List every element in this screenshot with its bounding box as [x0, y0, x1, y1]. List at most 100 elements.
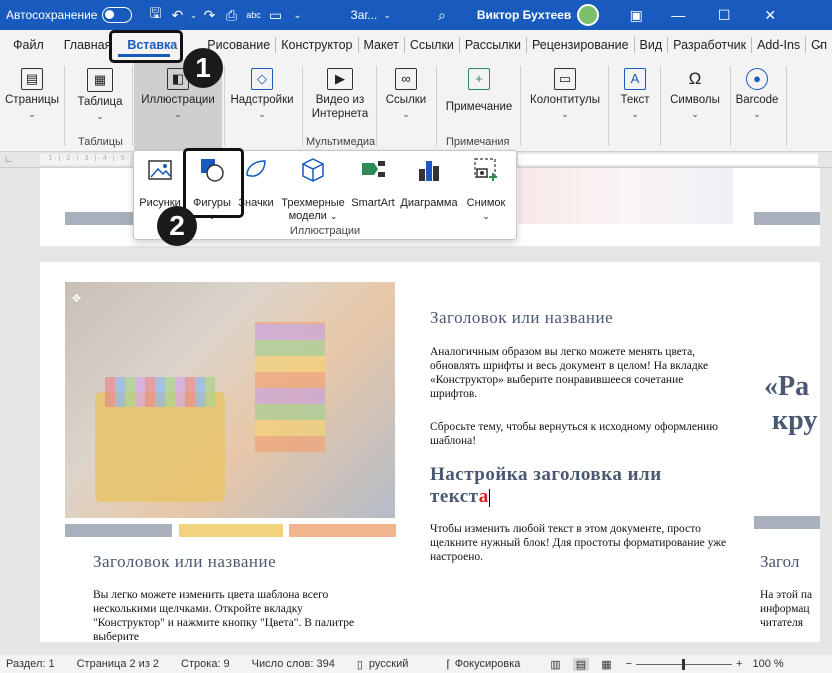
smartart-button[interactable]: SmartArt — [348, 157, 398, 210]
print-layout-icon[interactable]: ▤ — [572, 657, 590, 671]
paragraph-3[interactable]: Чтобы изменить любой текст в этом докуме… — [430, 522, 730, 564]
addins-button[interactable]: ◇ Надстройки ⌄ — [228, 68, 296, 121]
web-layout-icon[interactable]: ▦ — [601, 658, 611, 671]
status-section[interactable]: Раздел: 1 — [6, 658, 55, 670]
zoom-out-button[interactable]: − — [626, 658, 632, 670]
color-bar-gray — [754, 516, 820, 529]
zoom-level[interactable]: 100 % — [752, 658, 783, 670]
group-divider — [376, 66, 377, 146]
minimize-button[interactable]: — — [655, 0, 701, 30]
online-video-button[interactable]: ▶ Видео из Интернета — [306, 68, 374, 121]
redo-icon[interactable]: ↷ — [198, 7, 220, 24]
tab-references[interactable]: Ссылки — [405, 30, 459, 60]
barcode-button[interactable]: ● Barcode ⌄ — [732, 68, 782, 121]
tab-design[interactable]: Конструктор — [276, 30, 357, 60]
comment-icon: + — [468, 68, 490, 90]
right-column-heading[interactable]: Загол — [760, 552, 799, 572]
chevron-down-icon[interactable]: ⌄ — [188, 10, 198, 21]
pages-button[interactable]: ▤ Страницы ⌄ — [4, 68, 60, 121]
links-button[interactable]: ∞ Ссылки ⌄ — [380, 68, 432, 121]
pages-label: Страницы — [5, 94, 59, 106]
chart-icon — [419, 161, 439, 181]
chart-button[interactable]: Диаграмма — [398, 157, 460, 210]
quote-line-2: кру — [772, 405, 818, 436]
tab-home[interactable]: Главная — [59, 30, 117, 60]
crayons-photo[interactable] — [65, 282, 395, 518]
tab-file[interactable]: Файл — [8, 30, 49, 60]
collapse-ribbon-icon[interactable]: ⌄ — [814, 37, 824, 51]
focus-icon[interactable]: ⌈ — [446, 658, 450, 671]
text-label: Текст — [620, 94, 650, 106]
subheading[interactable]: Настройка заголовка или текста — [430, 464, 730, 508]
avatar[interactable] — [577, 4, 600, 26]
left-heading[interactable]: Заголовок или название — [93, 552, 276, 572]
chevron-down-icon: ⌄ — [28, 109, 36, 119]
group-divider — [660, 66, 661, 146]
zoom-slider[interactable] — [636, 658, 733, 670]
status-page[interactable]: Страница 2 из 2 — [77, 658, 159, 670]
comment-button[interactable]: + Примечание — [442, 68, 516, 114]
header-footer-button[interactable]: ▭ Колонтитулы ⌄ — [524, 68, 606, 121]
addins-icon: ◇ — [251, 68, 273, 90]
status-word-count[interactable]: Число слов: 394 — [252, 658, 335, 670]
save-icon[interactable]: 🖫 — [144, 3, 166, 27]
spelling-icon[interactable]: abc — [242, 10, 264, 20]
title-chevron-icon[interactable]: ⌄ — [383, 10, 391, 21]
autosave[interactable]: Автосохранение — [6, 7, 133, 23]
symbols-button[interactable]: Ω Символы ⌄ — [664, 68, 726, 121]
group-divider — [520, 66, 521, 146]
status-line[interactable]: Строка: 9 — [181, 658, 230, 670]
maximize-button[interactable]: ☐ — [701, 0, 747, 30]
view-icon[interactable]: ▭ — [264, 7, 286, 24]
video-label-2: Интернета — [311, 108, 369, 120]
print-preview-icon[interactable]: ⎙ — [220, 7, 242, 24]
zoom-in-button[interactable]: + — [736, 658, 742, 670]
pull-quote[interactable]: «Ра кру — [764, 370, 817, 438]
tab-mailings[interactable]: Рассылки — [460, 30, 526, 60]
omega-icon: Ω — [688, 69, 702, 88]
status-language[interactable]: русский — [369, 658, 408, 670]
tab-layout[interactable]: Макет — [359, 30, 404, 60]
left-paragraph[interactable]: Вы легко можете изменить цвета шаблона в… — [93, 588, 363, 642]
user-name[interactable]: Виктор Бухтеев — [477, 8, 571, 22]
chevron-down-icon: ⌄ — [753, 109, 761, 119]
search-icon[interactable]: ⌕ — [431, 7, 453, 24]
tables-group-label: Таблицы — [78, 136, 123, 148]
chevron-down-icon: ⌄ — [174, 109, 182, 119]
tab-developer[interactable]: Разработчик — [668, 30, 751, 60]
autosave-toggle[interactable] — [102, 7, 133, 23]
tab-review[interactable]: Рецензирование — [527, 30, 634, 60]
right-column-line-3: читателя — [760, 617, 804, 629]
symbols-label: Символы — [670, 94, 720, 106]
tab-addins[interactable]: Add-Ins — [752, 30, 805, 60]
read-mode-icon[interactable]: ▥ — [550, 658, 560, 671]
table-button[interactable]: ▦ Таблица ⌄ — [74, 68, 126, 123]
colored-stack — [255, 322, 325, 452]
move-handle-icon[interactable]: ✥ — [72, 292, 81, 305]
close-button[interactable]: ✕ — [747, 0, 793, 30]
step-badge-2: 2 — [157, 206, 197, 246]
autosave-label: Автосохранение — [6, 8, 98, 22]
status-focus[interactable]: Фокусировка — [455, 658, 521, 670]
proofing-icon[interactable]: ▯ — [357, 658, 363, 671]
document-title[interactable]: Заг... — [350, 8, 377, 22]
chevron-down-icon: ⌄ — [258, 109, 266, 119]
3d-models-button[interactable]: Трехмерные модели ⌄ — [278, 157, 348, 223]
paragraph-2[interactable]: Сбросьте тему, чтобы вернуться к исходно… — [430, 420, 730, 448]
ribbon-display-icon[interactable]: ▣ — [625, 7, 647, 24]
text-button[interactable]: A Текст ⌄ — [612, 68, 658, 121]
paragraph-1[interactable]: Аналогичным образом вы легко можете меня… — [430, 345, 730, 401]
page-icon: ▤ — [21, 68, 43, 90]
vertical-ruler[interactable] — [0, 168, 16, 640]
tab-stop-selector-icon[interactable]: ∟ — [4, 154, 13, 164]
zoom-slider-thumb[interactable] — [682, 658, 686, 670]
customize-qat-icon[interactable]: ⌄ — [286, 10, 308, 21]
page1-image — [518, 168, 733, 224]
ruler-text-area — [518, 154, 818, 165]
screenshot-button[interactable]: Снимок ⌄ — [460, 157, 512, 223]
page-2[interactable]: ✥ Заголовок или название Вы легко можете… — [40, 262, 820, 642]
pictures-button[interactable]: Рисунки — [138, 157, 182, 210]
tab-view[interactable]: Вид — [635, 30, 668, 60]
right-heading[interactable]: Заголовок или название — [430, 308, 613, 328]
undo-icon[interactable]: ↶ — [166, 7, 188, 24]
